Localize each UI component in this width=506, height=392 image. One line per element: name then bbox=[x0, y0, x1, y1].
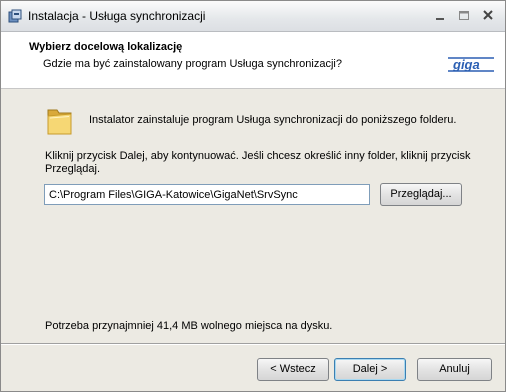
footer-divider bbox=[1, 343, 505, 345]
installer-icon bbox=[8, 9, 22, 23]
giga-logo: giga bbox=[448, 57, 494, 72]
next-button[interactable]: Dalej > bbox=[334, 358, 406, 381]
back-button[interactable]: < Wstecz bbox=[257, 358, 329, 381]
folder-icon bbox=[47, 109, 72, 135]
install-path-input[interactable] bbox=[44, 184, 370, 205]
close-icon[interactable] bbox=[477, 7, 499, 25]
page-subtitle: Gdzie ma być zainstalowany program Usług… bbox=[43, 58, 342, 70]
cancel-button[interactable]: Anuluj bbox=[417, 358, 492, 381]
instruction-text: Kliknij przycisk Dalej, aby kontynuować.… bbox=[45, 150, 471, 175]
page-title: Wybierz docelową lokalizację bbox=[29, 41, 183, 53]
install-info-text: Instalator zainstaluje program Usługa sy… bbox=[89, 114, 457, 126]
logo-text: giga bbox=[452, 57, 480, 72]
installer-window: Instalacja - Usługa synchronizacji Wybie… bbox=[0, 0, 506, 392]
title-bar: Instalacja - Usługa synchronizacji bbox=[1, 1, 505, 32]
wizard-header: Wybierz docelową lokalizację Gdzie ma by… bbox=[1, 32, 505, 89]
maximize-icon[interactable] bbox=[453, 7, 475, 25]
disk-space-text: Potrzeba przynajmniej 41,4 MB wolnego mi… bbox=[45, 320, 333, 332]
browse-button[interactable]: Przeglądaj... bbox=[380, 183, 462, 206]
minimize-icon[interactable] bbox=[429, 7, 451, 25]
window-title: Instalacja - Usługa synchronizacji bbox=[28, 9, 206, 23]
